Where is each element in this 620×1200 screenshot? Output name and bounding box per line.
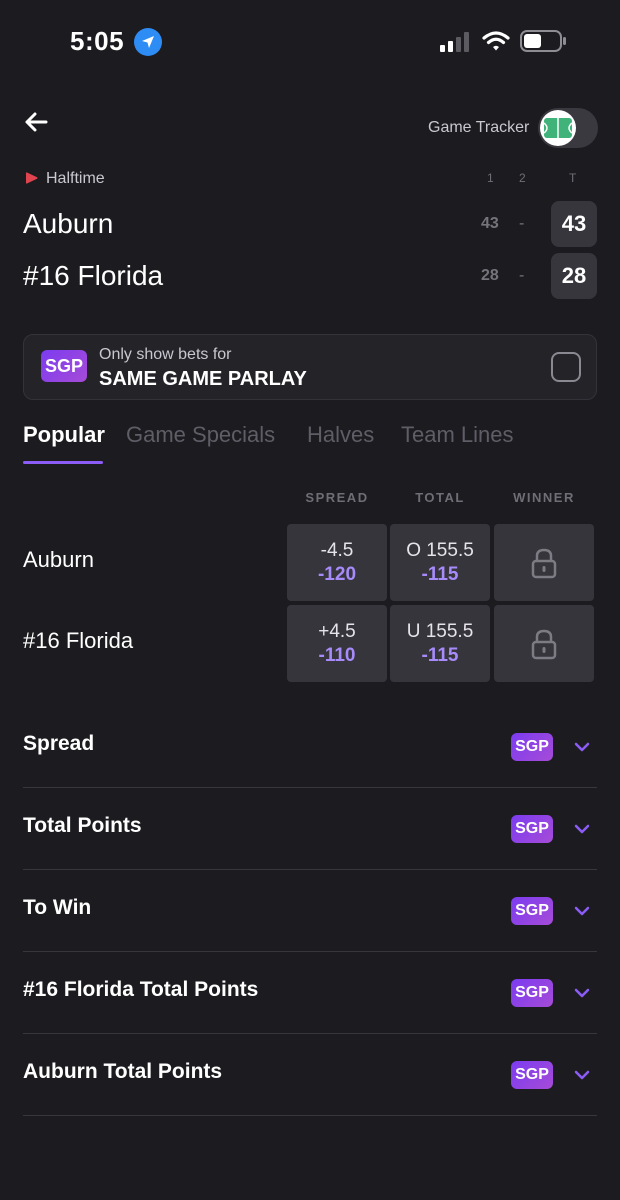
spread-price: -110 <box>318 644 356 666</box>
sgp-badge: SGP <box>41 350 87 382</box>
team-name-home: Auburn <box>23 208 114 239</box>
sgp-badge: SGP <box>511 815 553 843</box>
tab-team-lines[interactable]: Team Lines <box>401 422 514 448</box>
odds-team-name: Auburn <box>23 547 94 572</box>
tab-popular[interactable]: Popular <box>23 422 105 448</box>
period-score: 43 <box>481 215 499 232</box>
spread-bet-button[interactable]: -4.5 -120 <box>287 524 387 601</box>
market-label: Total Points <box>23 814 142 837</box>
tab-halves[interactable]: Halves <box>307 422 374 448</box>
cellular-signal-icon <box>440 32 469 52</box>
total-line: O 155.5 <box>406 539 474 561</box>
market-row-to-win[interactable]: To Win SGP <box>23 896 597 952</box>
back-arrow-icon[interactable] <box>22 108 50 136</box>
market-label: #16 Florida Total Points <box>23 978 259 1001</box>
chevron-down-icon <box>574 906 590 916</box>
spread-price: -120 <box>317 563 357 585</box>
spread-bet-button[interactable]: +4.5 -110 <box>287 605 387 682</box>
total-price: -115 <box>421 563 459 585</box>
spread-line: -4.5 <box>320 539 354 561</box>
chevron-down-icon <box>574 988 590 998</box>
period-header: 1 <box>487 171 494 185</box>
column-header-spread: SPREAD <box>305 490 369 505</box>
period-header: T <box>569 171 577 185</box>
total-price: -115 <box>421 644 459 666</box>
winner-locked-cell <box>494 605 594 682</box>
market-row-spread[interactable]: Spread SGP <box>23 732 597 788</box>
sgp-badge: SGP <box>511 1061 553 1089</box>
live-play-icon <box>26 172 38 184</box>
tab-game-specials[interactable]: Game Specials <box>126 422 275 448</box>
odds-team-name: #16 Florida <box>23 628 134 653</box>
lock-icon <box>531 548 557 578</box>
winner-locked-cell <box>494 524 594 601</box>
market-row-florida-total-points[interactable]: #16 Florida Total Points SGP <box>23 978 597 1034</box>
market-row-total-points[interactable]: Total Points SGP <box>23 814 597 870</box>
total-bet-button[interactable]: O 155.5 -115 <box>390 524 490 601</box>
market-label: To Win <box>23 896 92 919</box>
battery-icon <box>520 30 566 52</box>
sgp-badge: SGP <box>511 897 553 925</box>
period-score: - <box>519 267 525 284</box>
market-row-auburn-total-points[interactable]: Auburn Total Points SGP <box>23 1060 597 1116</box>
period-score: 28 <box>481 267 499 284</box>
column-header-total: TOTAL <box>415 490 465 505</box>
sgp-badge: SGP <box>511 979 553 1007</box>
spread-line: +4.5 <box>318 620 356 642</box>
sgp-checkbox[interactable] <box>551 352 581 382</box>
sgp-banner-title: SAME GAME PARLAY <box>99 368 307 390</box>
active-tab-indicator <box>23 461 103 464</box>
market-label: Auburn Total Points <box>23 1060 223 1083</box>
column-header-winner: WINNER <box>513 490 575 505</box>
sgp-badge: SGP <box>511 733 553 761</box>
game-tracker-label: Game Tracker <box>428 119 530 136</box>
total-score: 28 <box>551 253 597 299</box>
sgp-banner-caption: Only show bets for <box>99 346 232 363</box>
market-label: Spread <box>23 732 95 755</box>
chevron-down-icon <box>574 824 590 834</box>
total-score: 43 <box>551 201 597 247</box>
court-icon[interactable] <box>540 110 576 146</box>
chevron-down-icon <box>574 1070 590 1080</box>
total-bet-button[interactable]: U 155.5 -115 <box>390 605 490 682</box>
total-line: U 155.5 <box>406 620 474 642</box>
team-name-away: #16 Florida <box>23 260 164 291</box>
chevron-down-icon <box>574 742 590 752</box>
lock-icon <box>531 629 557 659</box>
wifi-icon <box>482 31 510 51</box>
period-score: - <box>519 215 525 232</box>
location-arrow-icon <box>134 28 162 56</box>
status-time: 5:05 <box>70 26 125 56</box>
game-status: Halftime <box>46 170 105 187</box>
period-header: 2 <box>519 171 526 185</box>
